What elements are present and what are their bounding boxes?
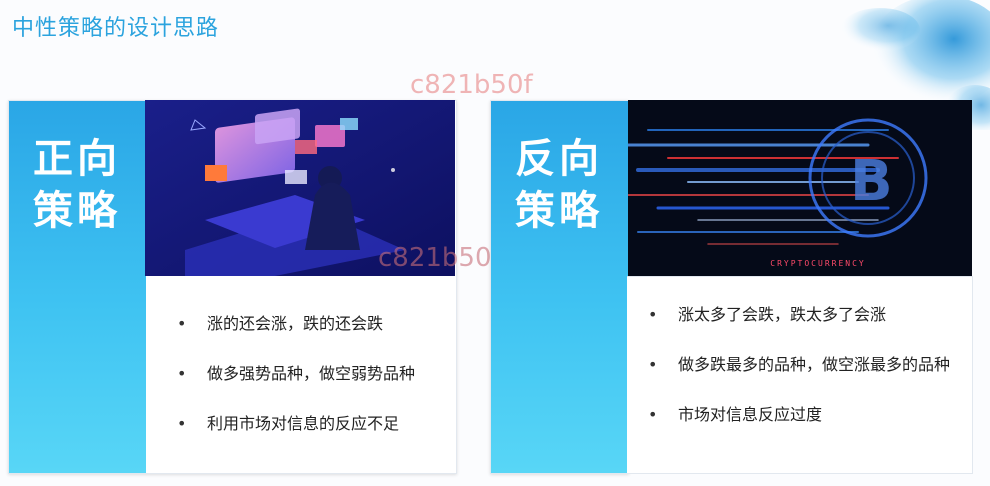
watermark-overlay: c821b50f bbox=[378, 243, 501, 273]
bullet-item: 市场对信息反应过度 bbox=[648, 405, 950, 455]
svg-text:B: B bbox=[850, 149, 893, 214]
bullet-item: 做多强势品种，做空弱势品种 bbox=[177, 364, 415, 414]
reverse-strategy-card: 反向策略 bbox=[490, 100, 629, 474]
bullet-item: 做多跌最多的品种，做空涨最多的品种 bbox=[648, 355, 950, 405]
forward-strategy-sidebar: 正向策略 bbox=[9, 101, 146, 473]
cryptocurrency-caption: CRYPTOCURRENCY bbox=[770, 259, 865, 268]
reverse-strategy-bullets: 涨太多了会跌，跌太多了会涨 做多跌最多的品种，做空涨最多的品种 市场对信息反应过… bbox=[648, 305, 950, 455]
bullet-item: 涨太多了会跌，跌太多了会涨 bbox=[648, 305, 950, 355]
reverse-strategy-label: 反向策略 bbox=[515, 136, 603, 234]
watermark: c821b50f bbox=[410, 70, 533, 100]
bullet-item: 利用市场对信息的反应不足 bbox=[177, 414, 415, 464]
bullet-item: 涨的还会涨，跌的还会跌 bbox=[177, 314, 415, 364]
reverse-strategy-sidebar: 反向策略 bbox=[491, 101, 628, 473]
page-title: 中性策略的设计思路 bbox=[12, 16, 220, 41]
reverse-strategy-image: B CRYPTOCURRENCY bbox=[628, 100, 972, 276]
forward-strategy-label: 正向策略 bbox=[33, 136, 121, 234]
forward-strategy-bullets: 涨的还会涨，跌的还会跌 做多强势品种，做空弱势品种 利用市场对信息的反应不足 bbox=[177, 314, 415, 464]
